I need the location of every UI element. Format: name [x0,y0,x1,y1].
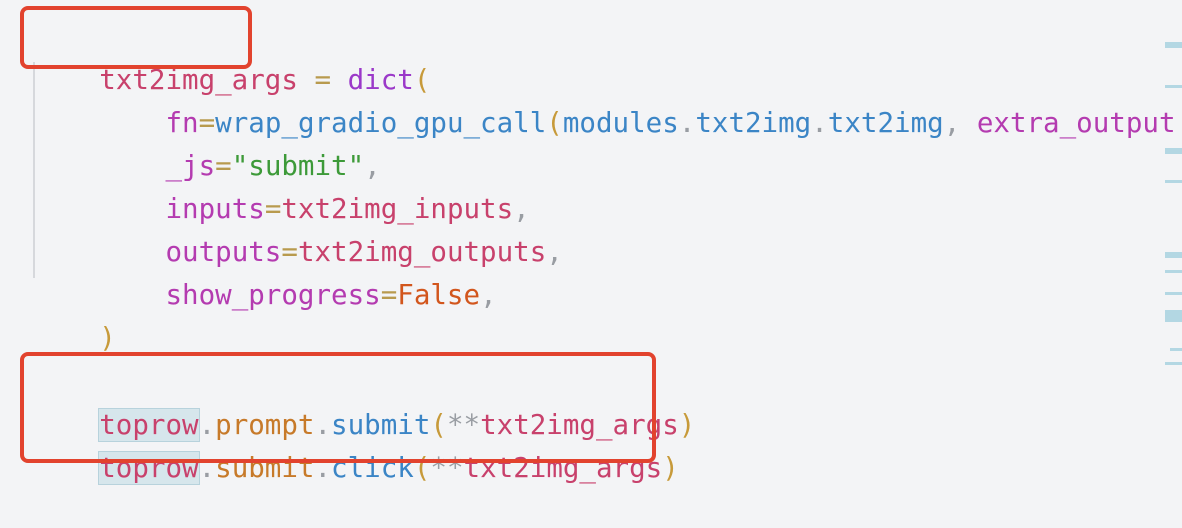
minimap-line [1165,180,1182,183]
module-name: modules [562,107,679,139]
keyword-arg: extra_output [976,107,1176,139]
operator: = [380,279,398,311]
minimap-line [1165,270,1182,273]
code-line-4[interactable]: inputs=txt2img_inputs, [33,149,529,225]
minimap-line [1165,310,1182,322]
keyword-arg: show_progress [165,279,381,311]
paren: ) [678,409,696,441]
minimap[interactable] [1165,30,1182,370]
code-line-5[interactable]: outputs=txt2img_outputs, [33,192,562,268]
minimap-line [1170,348,1182,351]
code-line-2[interactable]: fn=wrap_gradio_gpu_call(modules.txt2img.… [33,63,1175,139]
paren: ( [546,107,563,139]
function-name: txt2img [827,107,944,139]
constant: False [397,279,481,311]
code-line-7[interactable]: ) [33,278,116,354]
paren: ) [99,322,116,354]
comma: , [546,236,563,268]
minimap-line [1165,362,1182,365]
module-name: txt2img [695,107,812,139]
dot: . [811,107,828,139]
code-line-3[interactable]: _js="submit", [33,106,380,182]
minimap-line [1165,42,1182,48]
highlight-box-calls [20,352,656,463]
minimap-line [1165,252,1182,258]
minimap-line [1165,292,1182,295]
minimap-line [1165,85,1182,88]
code-editor[interactable]: txt2img_args = dict( fn=wrap_gradio_gpu_… [0,0,1182,485]
code-line-6[interactable]: show_progress=False, [33,235,496,311]
highlight-box-args [20,6,252,69]
comma: , [480,279,497,311]
paren: ) [662,452,679,484]
minimap-line [1165,148,1182,154]
comma: , [943,107,977,139]
dot: . [678,107,696,139]
